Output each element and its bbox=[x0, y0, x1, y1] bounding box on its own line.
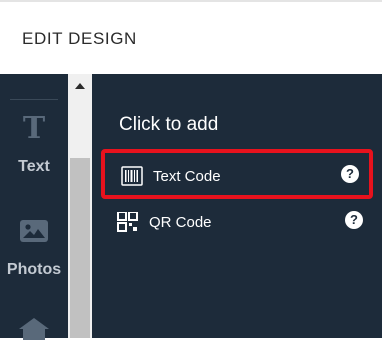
sidebar-item-home[interactable] bbox=[0, 318, 68, 345]
sidebar-item-label: Text bbox=[18, 158, 50, 175]
help-icon[interactable]: ? bbox=[341, 165, 359, 183]
divider bbox=[10, 99, 58, 100]
qr-code-item[interactable]: QR Code ? bbox=[101, 199, 373, 249]
text-icon: T bbox=[22, 111, 46, 146]
scroll-up-button[interactable] bbox=[68, 74, 92, 94]
help-icon[interactable]: ? bbox=[345, 211, 363, 229]
sidebar-item-label: Photos bbox=[6, 261, 62, 278]
sidebar-item-text[interactable]: T Text bbox=[0, 114, 68, 176]
text-code-item[interactable]: Text Code ? bbox=[101, 149, 373, 199]
arrow-up-icon bbox=[75, 83, 85, 89]
header: EDIT DESIGN bbox=[0, 0, 382, 74]
page-title: EDIT DESIGN bbox=[22, 29, 137, 48]
editor-panel: T Text Photos Click to add Text Code ? Q… bbox=[0, 74, 382, 340]
photos-icon bbox=[20, 220, 48, 242]
item-label: Text Code bbox=[153, 168, 221, 185]
home-icon bbox=[19, 318, 49, 340]
item-label: QR Code bbox=[149, 214, 212, 231]
sidebar-item-photos[interactable]: Photos bbox=[0, 220, 68, 279]
barcode-icon bbox=[121, 166, 143, 186]
scrollbar[interactable] bbox=[68, 74, 92, 338]
content-title: Click to add bbox=[119, 114, 219, 135]
qr-code-icon bbox=[117, 211, 139, 232]
scrollbar-thumb[interactable] bbox=[70, 158, 90, 338]
sidebar: T Text Photos bbox=[0, 74, 68, 340]
